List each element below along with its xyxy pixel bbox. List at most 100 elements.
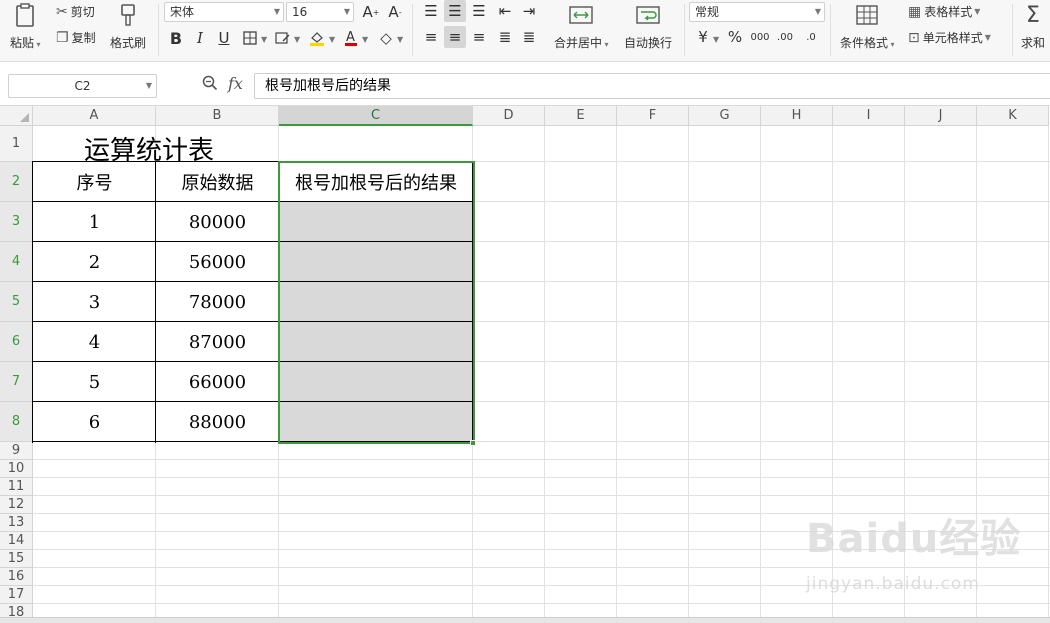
column-header-g[interactable]: G [689, 106, 761, 126]
table-header-cell[interactable]: 序号 [33, 162, 156, 202]
percent-icon[interactable]: % [724, 26, 746, 48]
raw-data-cell[interactable]: 80000 [156, 202, 279, 242]
formula-input[interactable]: 根号加根号后的结果 [254, 73, 1050, 99]
column-header-a[interactable]: A [33, 106, 156, 126]
format-painter-button[interactable]: 格式刷 [110, 2, 146, 51]
name-box[interactable]: C2 ▼ [8, 74, 157, 98]
index-cell[interactable]: 1 [33, 202, 156, 242]
column-header-d[interactable]: D [473, 106, 545, 126]
merge-center-button[interactable]: 合并居中 ▾ [554, 2, 609, 51]
indent-icon[interactable]: ⇥ [518, 0, 540, 22]
cell-type-icon[interactable] [272, 27, 294, 49]
italic-icon[interactable]: I [189, 27, 211, 49]
column-header-f[interactable]: F [617, 106, 689, 126]
row-header-11[interactable]: 11 [0, 478, 33, 496]
divider [412, 4, 413, 56]
wrap-text-icon [635, 2, 661, 28]
column-header-c[interactable]: C [279, 106, 473, 126]
font-name-select[interactable]: 宋体 ▼ [164, 2, 284, 22]
increase-font-icon[interactable]: A + [360, 1, 382, 23]
row-header-4[interactable]: 4 [0, 242, 33, 282]
raw-data-cell[interactable]: 88000 [156, 402, 279, 442]
row-header-3[interactable]: 3 [0, 202, 33, 242]
row-header-5[interactable]: 5 [0, 282, 33, 322]
align-middle-icon[interactable]: ☰ [444, 0, 466, 22]
row-header-10[interactable]: 10 [0, 460, 33, 478]
align-bottom-icon[interactable]: ☰ [468, 0, 490, 22]
cut-button[interactable]: ✂ 剪切 [56, 3, 95, 20]
column-header-b[interactable]: B [156, 106, 279, 126]
zoom-icon[interactable] [202, 75, 218, 95]
borders-icon[interactable] [239, 27, 261, 49]
font-size-select[interactable]: 16 ▼ [286, 2, 354, 22]
copy-button[interactable]: ❐ 复制 [56, 29, 96, 46]
chevron-down-icon: ▼ [273, 7, 280, 16]
distributed-icon[interactable]: ≣ [518, 26, 540, 48]
underline-icon[interactable]: U [213, 27, 235, 49]
conditional-format-button[interactable]: 条件格式 ▾ [840, 2, 895, 51]
row-header-8[interactable]: 8 [0, 402, 33, 442]
chevron-down-icon: ▼ [984, 33, 991, 42]
align-right-icon[interactable]: ≡ [468, 26, 490, 48]
number-format-select[interactable]: 常规 ▼ [689, 2, 825, 22]
align-top-icon[interactable]: ☰ [420, 0, 442, 22]
index-cell[interactable]: 3 [33, 282, 156, 322]
row-header-17[interactable]: 17 [0, 586, 33, 604]
row-header-7[interactable]: 7 [0, 362, 33, 402]
eraser-icon[interactable]: ◇ [375, 27, 397, 49]
column-header-j[interactable]: J [905, 106, 977, 126]
raw-data-cell[interactable]: 66000 [156, 362, 279, 402]
fill-handle[interactable] [470, 440, 476, 446]
column-header-i[interactable]: I [833, 106, 905, 126]
autosum-button[interactable]: Σ 求和 [1020, 2, 1046, 51]
align-left-icon[interactable]: ≡ [420, 26, 442, 48]
column-header-e[interactable]: E [545, 106, 617, 126]
row-header-14[interactable]: 14 [0, 532, 33, 550]
row-header-9[interactable]: 9 [0, 442, 33, 460]
gridline-horizontal [33, 477, 1050, 478]
cell-reference: C2 [74, 79, 91, 93]
raw-data-cell[interactable]: 78000 [156, 282, 279, 322]
row-header-15[interactable]: 15 [0, 550, 33, 568]
font-color-icon[interactable]: A [340, 27, 362, 49]
paintbrush-icon [115, 2, 141, 28]
outdent-icon[interactable]: ⇤ [494, 0, 516, 22]
scissors-icon: ✂ [56, 3, 68, 20]
justify-icon[interactable]: ≣ [494, 26, 516, 48]
index-cell[interactable]: 5 [33, 362, 156, 402]
watermark-logo: Baidu经验 [806, 516, 1022, 562]
merge-center-label: 合并居中 [554, 36, 603, 50]
thousands-separator-icon[interactable]: 000 [749, 26, 771, 48]
cell-style-button[interactable]: ⊡ 单元格样式 ▼ [908, 29, 991, 46]
row-header-2[interactable]: 2 [0, 162, 33, 202]
paste-button[interactable]: 粘贴 ▾ [10, 2, 41, 51]
table-style-button[interactable]: ▦ 表格样式 ▼ [908, 3, 980, 20]
currency-icon[interactable]: ¥ [692, 26, 714, 48]
raw-data-cell[interactable]: 56000 [156, 242, 279, 282]
gridline-horizontal [33, 459, 1050, 460]
sheet-tab-strip [0, 617, 1050, 623]
copy-label: 复制 [71, 31, 96, 45]
index-cell[interactable]: 2 [33, 242, 156, 282]
increase-decimal-icon[interactable]: .00 [774, 26, 796, 48]
row-header-6[interactable]: 6 [0, 322, 33, 362]
raw-data-cell[interactable]: 87000 [156, 322, 279, 362]
table-header-cell[interactable]: 原始数据 [156, 162, 279, 202]
index-cell[interactable]: 4 [33, 322, 156, 362]
index-cell[interactable]: 6 [33, 402, 156, 442]
fill-color-icon[interactable] [306, 27, 328, 49]
row-header-1[interactable]: 1 [0, 126, 33, 162]
decrease-decimal-icon[interactable]: .0 [800, 26, 822, 48]
bold-icon[interactable]: B [165, 27, 187, 49]
selection-border [278, 161, 475, 444]
wrap-text-button[interactable]: 自动换行 [624, 2, 672, 51]
align-center-icon[interactable]: ≡ [444, 26, 466, 48]
row-header-16[interactable]: 16 [0, 568, 33, 586]
column-header-k[interactable]: K [977, 106, 1049, 126]
row-header-12[interactable]: 12 [0, 496, 33, 514]
insert-function-button[interactable]: fx [228, 74, 243, 93]
row-header-13[interactable]: 13 [0, 514, 33, 532]
column-header-h[interactable]: H [761, 106, 833, 126]
select-all-corner[interactable] [0, 106, 33, 126]
decrease-font-icon[interactable]: A- [384, 1, 406, 23]
